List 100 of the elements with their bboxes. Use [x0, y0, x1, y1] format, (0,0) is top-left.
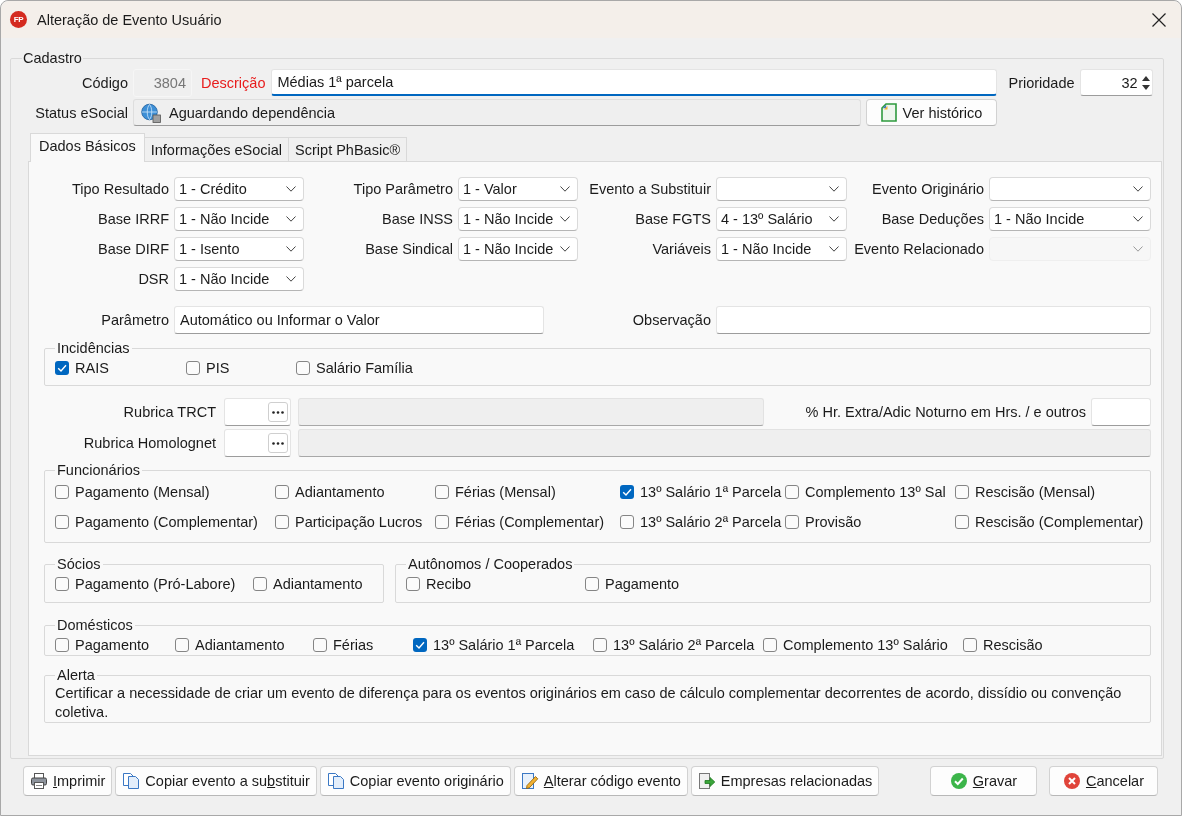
checkbox[interactable] [620, 485, 634, 499]
dropdown[interactable]: 1 - Não Incide [174, 207, 304, 231]
checkbox[interactable] [55, 515, 69, 529]
input-field[interactable] [224, 429, 291, 457]
checkbox[interactable] [785, 515, 799, 529]
checkbox[interactable] [275, 515, 289, 529]
checkbox[interactable] [585, 577, 599, 591]
checkbox-label[interactable]: Adiantamento [295, 484, 385, 500]
checkbox[interactable] [186, 361, 200, 375]
checkbox[interactable] [413, 638, 427, 652]
checkbox-label[interactable]: Pagamento [75, 637, 150, 653]
input-field[interactable] [224, 398, 291, 426]
checkbox-label[interactable]: Rescisão (Complementar) [975, 514, 1144, 530]
checkbox-label[interactable]: Complemento 13º Salário [783, 637, 948, 653]
dropdown[interactable]: 1 - Não Incide [989, 207, 1151, 231]
checkbox-label[interactable]: PIS [206, 360, 230, 376]
checkbox-label[interactable]: Participação Lucros [295, 514, 423, 530]
input-field[interactable] [716, 306, 1151, 334]
action-button[interactable]: Alterar código evento [513, 766, 688, 796]
checkbox-label[interactable]: 13º Salário 1ª Parcela [640, 484, 782, 500]
input-field[interactable] [1091, 398, 1151, 426]
checkbox[interactable] [785, 485, 799, 499]
chevron-down-icon [829, 246, 839, 252]
dropdown[interactable] [989, 177, 1151, 201]
checkbox-label[interactable]: Pagamento (Pró-Labore) [75, 576, 236, 592]
group-title: Domésticos [56, 617, 134, 633]
app-logo: FP [10, 11, 27, 28]
checkbox-label[interactable]: Férias (Mensal) [455, 484, 556, 500]
tab[interactable]: Script PhBasic® [288, 137, 408, 161]
chevron-down-icon [286, 216, 296, 222]
cancel-button[interactable]: Cancelar [1049, 766, 1158, 796]
action-button[interactable]: Imprimir [23, 766, 113, 796]
spin-up-icon[interactable] [1141, 75, 1150, 81]
printer-icon [30, 772, 48, 790]
spin-field[interactable]: 32 [1079, 69, 1153, 96]
checkbox-label[interactable]: 13º Salário 2ª Parcela [613, 637, 755, 653]
checkbox[interactable] [55, 577, 69, 591]
action-button[interactable]: Empresas relacionadas [690, 766, 880, 796]
checkbox-label[interactable]: RAIS [75, 360, 109, 376]
dropdown[interactable]: 4 - 13º Salário [716, 207, 847, 231]
checkbox-label[interactable]: Rescisão (Mensal) [975, 484, 1096, 500]
checkbox-label[interactable]: Rescisão [983, 637, 1043, 653]
action-button[interactable]: Copiar evento a substituir [115, 766, 317, 796]
dropdown[interactable]: 1 - Isento [174, 237, 304, 261]
checkbox[interactable] [620, 515, 634, 529]
dropdown[interactable]: 1 - Não Incide [458, 207, 578, 231]
checkbox-label[interactable]: Férias (Complementar) [455, 514, 605, 530]
check-circle-icon [949, 772, 968, 790]
tab[interactable]: Informações eSocial [143, 137, 290, 161]
checkbox-label[interactable]: Adiantamento [273, 576, 363, 592]
checkbox[interactable] [296, 361, 310, 375]
checkbox[interactable] [55, 361, 69, 375]
field-label: Base DIRF [97, 241, 169, 257]
dropdown[interactable]: 1 - Não Incide [458, 237, 578, 261]
checkbox[interactable] [435, 485, 449, 499]
checkbox-label[interactable]: 13º Salário 1ª Parcela [433, 637, 575, 653]
browse-button[interactable] [268, 433, 288, 453]
save-button[interactable]: Gravar [930, 766, 1037, 796]
checkbox[interactable] [253, 577, 267, 591]
tab[interactable]: Dados Básicos [30, 133, 145, 162]
checkbox[interactable] [175, 638, 189, 652]
checkbox[interactable] [406, 577, 420, 591]
dropdown[interactable]: 1 - Não Incide [174, 267, 304, 291]
checkbox[interactable] [313, 638, 327, 652]
checkbox[interactable] [763, 638, 777, 652]
field-label: Rubrica Homolognet [82, 435, 216, 451]
checkbox-label[interactable]: Adiantamento [195, 637, 285, 653]
checkbox[interactable] [955, 515, 969, 529]
checkbox-label[interactable]: Férias [333, 637, 374, 653]
chevron-down-icon [1133, 216, 1143, 222]
spin-down-icon[interactable] [1141, 84, 1150, 90]
checkbox-label[interactable]: Salário Família [316, 360, 413, 376]
dropdown[interactable]: 1 - Valor [458, 177, 578, 201]
input-field[interactable]: Automático ou Informar o Valor [174, 306, 544, 334]
checkbox[interactable] [593, 638, 607, 652]
dropdown[interactable]: 1 - Não Incide [716, 237, 847, 261]
browse-button[interactable] [268, 402, 288, 422]
code-field[interactable]: 3804 [133, 68, 192, 97]
checkbox-label[interactable]: Complemento 13º Sal [805, 484, 946, 500]
checkbox[interactable] [275, 485, 289, 499]
group-title: Incidências [56, 340, 131, 356]
field-label: % Hr. Extra/Adic Noturno em Hrs. / e outros [804, 404, 1086, 420]
action-button[interactable]: Copiar evento originário [319, 766, 511, 796]
chevron-down-icon [286, 276, 296, 282]
checkbox-label[interactable]: Recibo [426, 576, 472, 592]
chevron-down-icon [560, 246, 570, 252]
checkbox[interactable] [435, 515, 449, 529]
checkbox[interactable] [55, 485, 69, 499]
checkbox-label[interactable]: Pagamento (Complementar) [75, 514, 258, 530]
checkbox-label[interactable]: Pagamento (Mensal) [75, 484, 210, 500]
dropdown[interactable]: 1 - Crédito [174, 177, 304, 201]
checkbox[interactable] [963, 638, 977, 652]
checkbox-label[interactable]: 13º Salário 2ª Parcela [640, 514, 782, 530]
history-button[interactable]: Ver histórico [866, 99, 997, 126]
checkbox-label[interactable]: Provisão [805, 514, 862, 530]
input-field[interactable]: Médias 1ª parcela [271, 69, 998, 96]
checkbox-label[interactable]: Pagamento [605, 576, 680, 592]
checkbox[interactable] [55, 638, 69, 652]
dropdown[interactable] [716, 177, 847, 201]
checkbox[interactable] [955, 485, 969, 499]
